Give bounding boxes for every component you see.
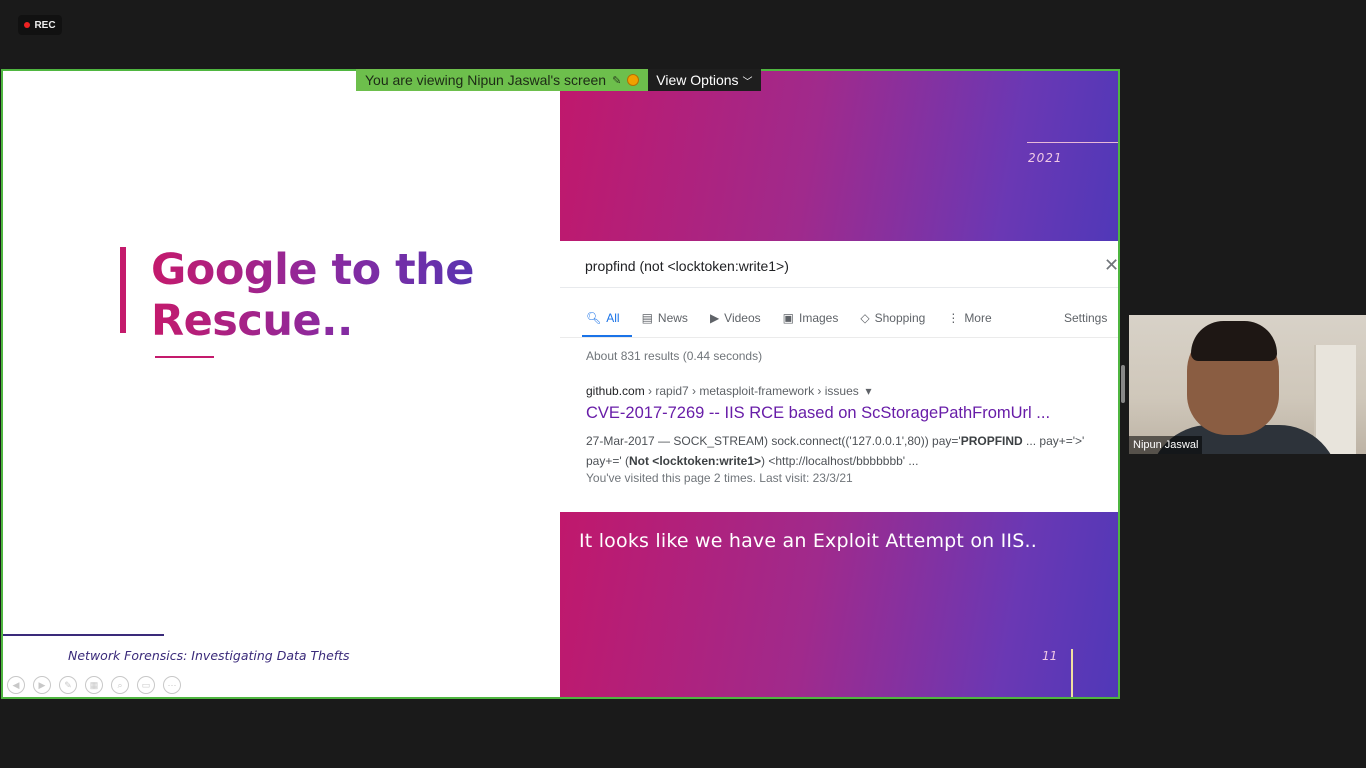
- search-settings: Settings: [1064, 311, 1108, 325]
- close-icon: ✕: [1104, 255, 1120, 275]
- tab-videos: ▶ Videos: [710, 311, 761, 325]
- slides-grid-icon[interactable]: ▦: [85, 676, 103, 694]
- image-icon: ▣: [782, 311, 794, 325]
- news-icon: ▤: [641, 311, 653, 325]
- slide-title: Google to the Rescue..: [151, 245, 474, 347]
- tab-news: ▤ News: [642, 311, 688, 325]
- result-stats: About 831 results (0.44 seconds): [586, 349, 763, 363]
- snippet-highlight: PROPFIND: [960, 434, 1023, 448]
- slide-header-graphic: 2021: [560, 71, 1118, 241]
- slide-title-line1: Google to the: [151, 245, 474, 295]
- google-search-screenshot: propfind (not <locktoken:write1>) ✕ 🔍︎ A…: [560, 241, 1118, 512]
- result-breadcrumb: github.com › rapid7 › metasploit-framewo…: [586, 384, 871, 398]
- next-slide-icon[interactable]: ▶: [33, 676, 51, 694]
- participant-hair: [1191, 321, 1277, 361]
- tab-label: News: [657, 311, 688, 325]
- snippet-text: 27-Mar-2017 — SOCK_STREAM) sock.connect(…: [586, 434, 961, 448]
- panel-resize-handle[interactable]: [1121, 365, 1125, 403]
- search-divider: [560, 287, 1118, 288]
- search-tabs: 🔍︎ All ▤ News ▶ Videos ▣ Images ◇ Shoppi…: [582, 311, 1014, 338]
- year-divider: [1027, 142, 1118, 143]
- caret-down-icon: ▾: [862, 384, 872, 398]
- more-vertical-icon: ⋮: [947, 311, 960, 325]
- background-door: [1314, 345, 1356, 454]
- search-query: propfind (not <locktoken:write1>): [585, 258, 789, 274]
- search-icon: 🔍︎: [586, 311, 602, 325]
- slide-footer: Network Forensics: Investigating Data Th…: [68, 648, 350, 663]
- slide-number-divider: [1071, 649, 1073, 697]
- shared-screen: Google to the Rescue.. Network Forensics…: [1, 69, 1120, 699]
- slide-caption: It looks like we have an Exploit Attempt…: [579, 530, 1037, 552]
- snippet-text: ) <http://localhost/bbbbbbb' ...: [761, 454, 919, 468]
- result-snippet: 27-Mar-2017 — SOCK_STREAM) sock.connect(…: [586, 431, 1114, 471]
- recording-indicator: REC: [18, 15, 62, 35]
- tab-label: More: [964, 311, 992, 325]
- previous-slide-icon[interactable]: ◀: [7, 676, 25, 694]
- video-icon: ▶: [709, 311, 720, 325]
- tab-label: Shopping: [874, 311, 926, 325]
- viewing-message-text: You are viewing Nipun Jaswal's screen: [365, 72, 607, 88]
- slide-left-panel: Google to the Rescue.. Network Forensics…: [3, 71, 560, 697]
- slide-right-panel: 2021 propfind (not <locktoken:write1>) ✕…: [560, 71, 1118, 697]
- footer-divider: [3, 634, 164, 636]
- tab-more: ⋮ More: [947, 311, 991, 325]
- tab-all: 🔍︎ All: [582, 311, 632, 338]
- tabs-divider: [560, 337, 1118, 338]
- result-domain: github.com: [586, 384, 645, 398]
- title-accent-bar: [120, 247, 126, 333]
- viewing-message: You are viewing Nipun Jaswal's screen ✎: [356, 69, 649, 91]
- tag-icon: ◇: [860, 311, 870, 325]
- tab-label: Images: [799, 311, 839, 325]
- slide-year: 2021: [1028, 151, 1063, 165]
- visited-note: You've visited this page 2 times. Last v…: [586, 471, 853, 485]
- result-path: › rapid7 › metasploit-framework › issues: [644, 384, 859, 398]
- slide-title-line2: Rescue..: [151, 296, 353, 346]
- subtitles-icon[interactable]: ▭: [137, 676, 155, 694]
- recording-label: REC: [34, 19, 56, 31]
- result-title-link: CVE-2017-7269 -- IIS RCE based on ScStor…: [586, 404, 1051, 422]
- tab-images: ▣ Images: [783, 311, 839, 325]
- presentation-controls: ◀ ▶ ✎ ▦ ⌕ ▭ ⋯: [7, 676, 181, 694]
- status-icon[interactable]: [627, 74, 640, 86]
- tab-label: Videos: [724, 311, 761, 325]
- participant-video[interactable]: Nipun Jaswal: [1129, 315, 1366, 454]
- tab-shopping: ◇ Shopping: [860, 311, 925, 325]
- chevron-down-icon: ﹀: [742, 76, 753, 88]
- view-options-button[interactable]: View Options ﹀: [648, 69, 761, 91]
- view-options-label: View Options: [656, 72, 739, 88]
- pen-icon[interactable]: ✎: [59, 676, 77, 694]
- pin-icon[interactable]: ✎: [612, 74, 621, 87]
- record-dot-icon: [24, 22, 31, 28]
- screen-share-banner: You are viewing Nipun Jaswal's screen ✎ …: [356, 69, 761, 91]
- more-options-icon[interactable]: ⋯: [163, 676, 181, 694]
- zoom-icon[interactable]: ⌕: [111, 676, 129, 694]
- title-underline: [155, 356, 214, 358]
- tab-label: All: [606, 311, 620, 325]
- slide-number: 11: [1042, 649, 1058, 663]
- participant-name: Nipun Jaswal: [1129, 436, 1203, 454]
- snippet-highlight: Not <locktoken:write1>: [628, 454, 762, 468]
